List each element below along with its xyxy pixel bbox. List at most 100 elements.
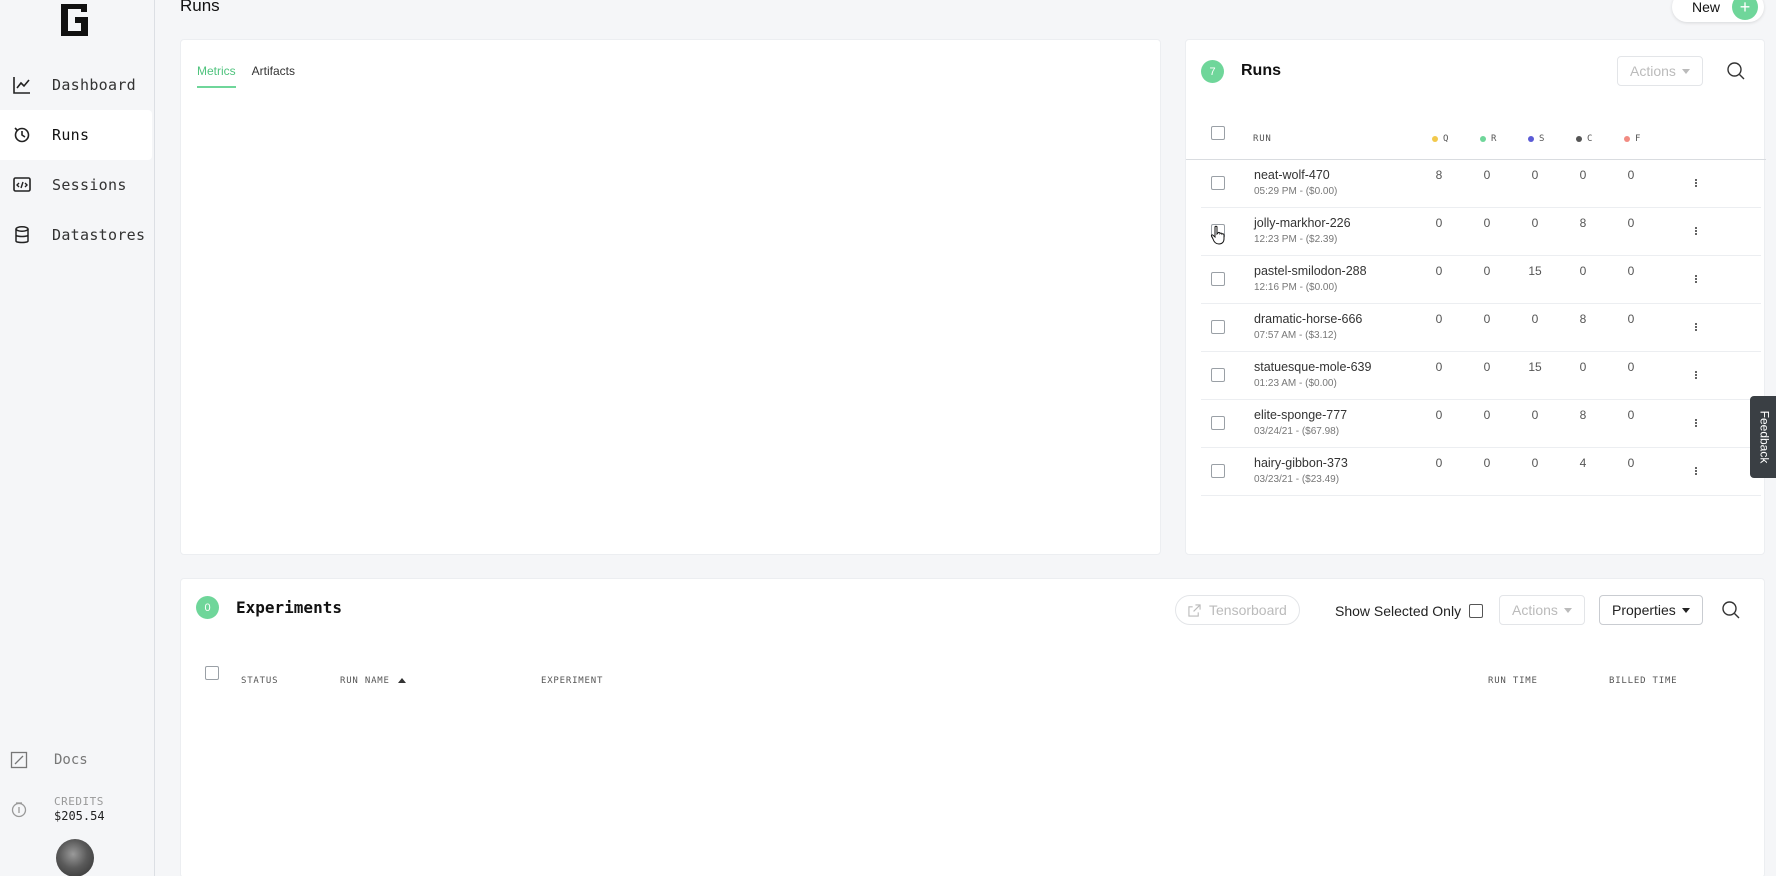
- run-row[interactable]: hairy-gibbon-373 03/23/21 - ($23.49) 0 0 0 4 0: [1201, 448, 1761, 496]
- run-name[interactable]: dramatic-horse-666: [1254, 312, 1362, 326]
- run-name[interactable]: pastel-smilodon-288: [1254, 264, 1367, 278]
- run-meta: 07:57 AM - ($3.12): [1254, 330, 1337, 341]
- run-count-q: 0: [1435, 360, 1443, 374]
- run-row[interactable]: neat-wolf-470 05:29 PM - ($0.00) 8 0 0 0 0: [1201, 160, 1761, 208]
- runs-table-header: RUN Q R S C F: [1186, 120, 1766, 160]
- completed-dot: [1576, 136, 1582, 142]
- properties-label: Properties: [1612, 602, 1676, 618]
- run-name[interactable]: statuesque-mole-639: [1254, 360, 1371, 374]
- experiments-actions-dropdown[interactable]: Actions: [1499, 595, 1585, 625]
- run-row[interactable]: elite-sponge-777 03/24/21 - ($67.98) 0 0 0 8 0: [1201, 400, 1761, 448]
- select-all-runs-checkbox[interactable]: [1211, 126, 1225, 140]
- more-options-icon[interactable]: [1694, 322, 1698, 334]
- run-row[interactable]: dramatic-horse-666 07:57 AM - ($3.12) 0 0 0 8…: [1201, 304, 1761, 352]
- run-name[interactable]: neat-wolf-470: [1254, 168, 1330, 182]
- tensorboard-label: Tensorboard: [1209, 602, 1287, 618]
- run-row-checkbox[interactable]: [1211, 464, 1225, 478]
- run-count-r: 0: [1483, 408, 1491, 422]
- run-row[interactable]: pastel-smilodon-288 12:16 PM - ($0.00) 0 0 1…: [1201, 256, 1761, 304]
- credits-icon: [10, 800, 28, 818]
- run-row[interactable]: jolly-markhor-226 12:23 PM - ($2.39) 0 0 0 8 0: [1201, 208, 1761, 256]
- run-count-f: 0: [1627, 360, 1635, 374]
- chevron-down-icon: [1681, 68, 1690, 74]
- sidebar-item-datastores[interactable]: Datastores: [0, 210, 152, 260]
- sidebar-item-label: Dashboard: [52, 76, 136, 94]
- experiments-count-badge: 0: [196, 596, 219, 619]
- more-options-icon[interactable]: [1694, 274, 1698, 286]
- run-count-r: 0: [1483, 360, 1491, 374]
- docs-label: Docs: [54, 752, 88, 768]
- run-meta: 05:29 PM - ($0.00): [1254, 186, 1338, 197]
- run-meta: 03/24/21 - ($67.98): [1254, 426, 1340, 437]
- more-options-icon[interactable]: [1694, 466, 1698, 478]
- run-count-c: 8: [1579, 312, 1587, 326]
- failed-dot: [1624, 136, 1630, 142]
- more-options-icon[interactable]: [1694, 178, 1698, 190]
- run-count-q: 0: [1435, 216, 1443, 230]
- run-count-c: 8: [1579, 216, 1587, 230]
- runs-count-badge: 7: [1201, 60, 1224, 83]
- run-count-s: 0: [1531, 408, 1539, 422]
- more-options-icon[interactable]: [1694, 370, 1698, 382]
- sidebar-item-dashboard[interactable]: Dashboard: [0, 60, 152, 110]
- select-all-experiments-checkbox[interactable]: [205, 666, 219, 680]
- more-options-icon[interactable]: [1694, 418, 1698, 430]
- run-row-checkbox[interactable]: [1211, 272, 1225, 286]
- run-name[interactable]: hairy-gibbon-373: [1254, 456, 1348, 470]
- run-count-s: 0: [1531, 168, 1539, 182]
- properties-dropdown[interactable]: Properties: [1599, 595, 1703, 625]
- database-icon: [12, 225, 32, 245]
- chevron-down-icon: [1681, 607, 1690, 613]
- experiments-search-button[interactable]: [1717, 596, 1745, 624]
- run-row[interactable]: statuesque-mole-639 01:23 AM - ($0.00) 0 0 1…: [1201, 352, 1761, 400]
- page-title: Runs: [180, 0, 220, 15]
- run-row-checkbox[interactable]: [1211, 176, 1225, 190]
- runs-actions-dropdown[interactable]: Actions: [1617, 56, 1703, 86]
- run-name[interactable]: elite-sponge-777: [1254, 408, 1347, 422]
- docs-link[interactable]: Docs: [10, 748, 88, 772]
- run-count-q: 0: [1435, 264, 1443, 278]
- col-run-time[interactable]: RUN TIME: [1488, 676, 1538, 686]
- run-row-checkbox[interactable]: [1211, 416, 1225, 430]
- logo[interactable]: [57, 2, 93, 38]
- chart-line-icon: [12, 75, 32, 95]
- run-row-checkbox[interactable]: [1211, 368, 1225, 382]
- show-selected-label: Show Selected Only: [1335, 603, 1462, 619]
- stopped-dot: [1528, 136, 1534, 142]
- avatar[interactable]: [56, 839, 94, 876]
- show-selected-only[interactable]: Show Selected Only: [1335, 603, 1484, 619]
- run-count-f: 0: [1627, 264, 1635, 278]
- run-count-c: 0: [1579, 168, 1587, 182]
- tab-metrics[interactable]: Metrics: [197, 64, 236, 88]
- feedback-tab[interactable]: Feedback: [1750, 396, 1776, 478]
- sidebar-item-runs[interactable]: Runs: [0, 110, 152, 160]
- run-count-s: 0: [1531, 456, 1539, 470]
- run-count-c: 0: [1579, 360, 1587, 374]
- col-billed-time[interactable]: BILLED TIME: [1609, 676, 1677, 686]
- run-count-c: 8: [1579, 408, 1587, 422]
- sidebar-item-sessions[interactable]: Sessions: [0, 160, 152, 210]
- run-count-f: 0: [1627, 456, 1635, 470]
- col-f: F: [1624, 134, 1641, 144]
- sidebar: Dashboard Runs Sessions Datastores Docs …: [0, 0, 155, 876]
- runs-panel: 7 Runs Actions RUN Q R S C F neat-wolf-4…: [1185, 39, 1766, 555]
- more-options-icon[interactable]: [1694, 226, 1698, 238]
- experiments-panel: 0 Experiments Tensorboard Show Selected …: [180, 578, 1765, 876]
- show-selected-checkbox[interactable]: [1469, 604, 1484, 618]
- col-status[interactable]: STATUS: [241, 676, 278, 686]
- run-count-r: 0: [1483, 456, 1491, 470]
- metrics-panel: Metrics Artifacts: [180, 39, 1161, 555]
- run-count-q: 0: [1435, 456, 1443, 470]
- run-count-f: 0: [1627, 168, 1635, 182]
- actions-label: Actions: [1630, 63, 1676, 79]
- col-run-name[interactable]: RUN NAME: [340, 676, 406, 686]
- run-row-checkbox[interactable]: [1211, 320, 1225, 334]
- tab-artifacts[interactable]: Artifacts: [252, 64, 295, 88]
- tensorboard-button[interactable]: Tensorboard: [1175, 595, 1300, 625]
- new-button[interactable]: New +: [1672, 0, 1765, 22]
- runs-search-button[interactable]: [1722, 57, 1750, 85]
- run-count-q: 0: [1435, 312, 1443, 326]
- run-name[interactable]: jolly-markhor-226: [1254, 216, 1351, 230]
- run-count-s: 15: [1528, 360, 1542, 374]
- col-experiment[interactable]: EXPERIMENT: [541, 676, 603, 686]
